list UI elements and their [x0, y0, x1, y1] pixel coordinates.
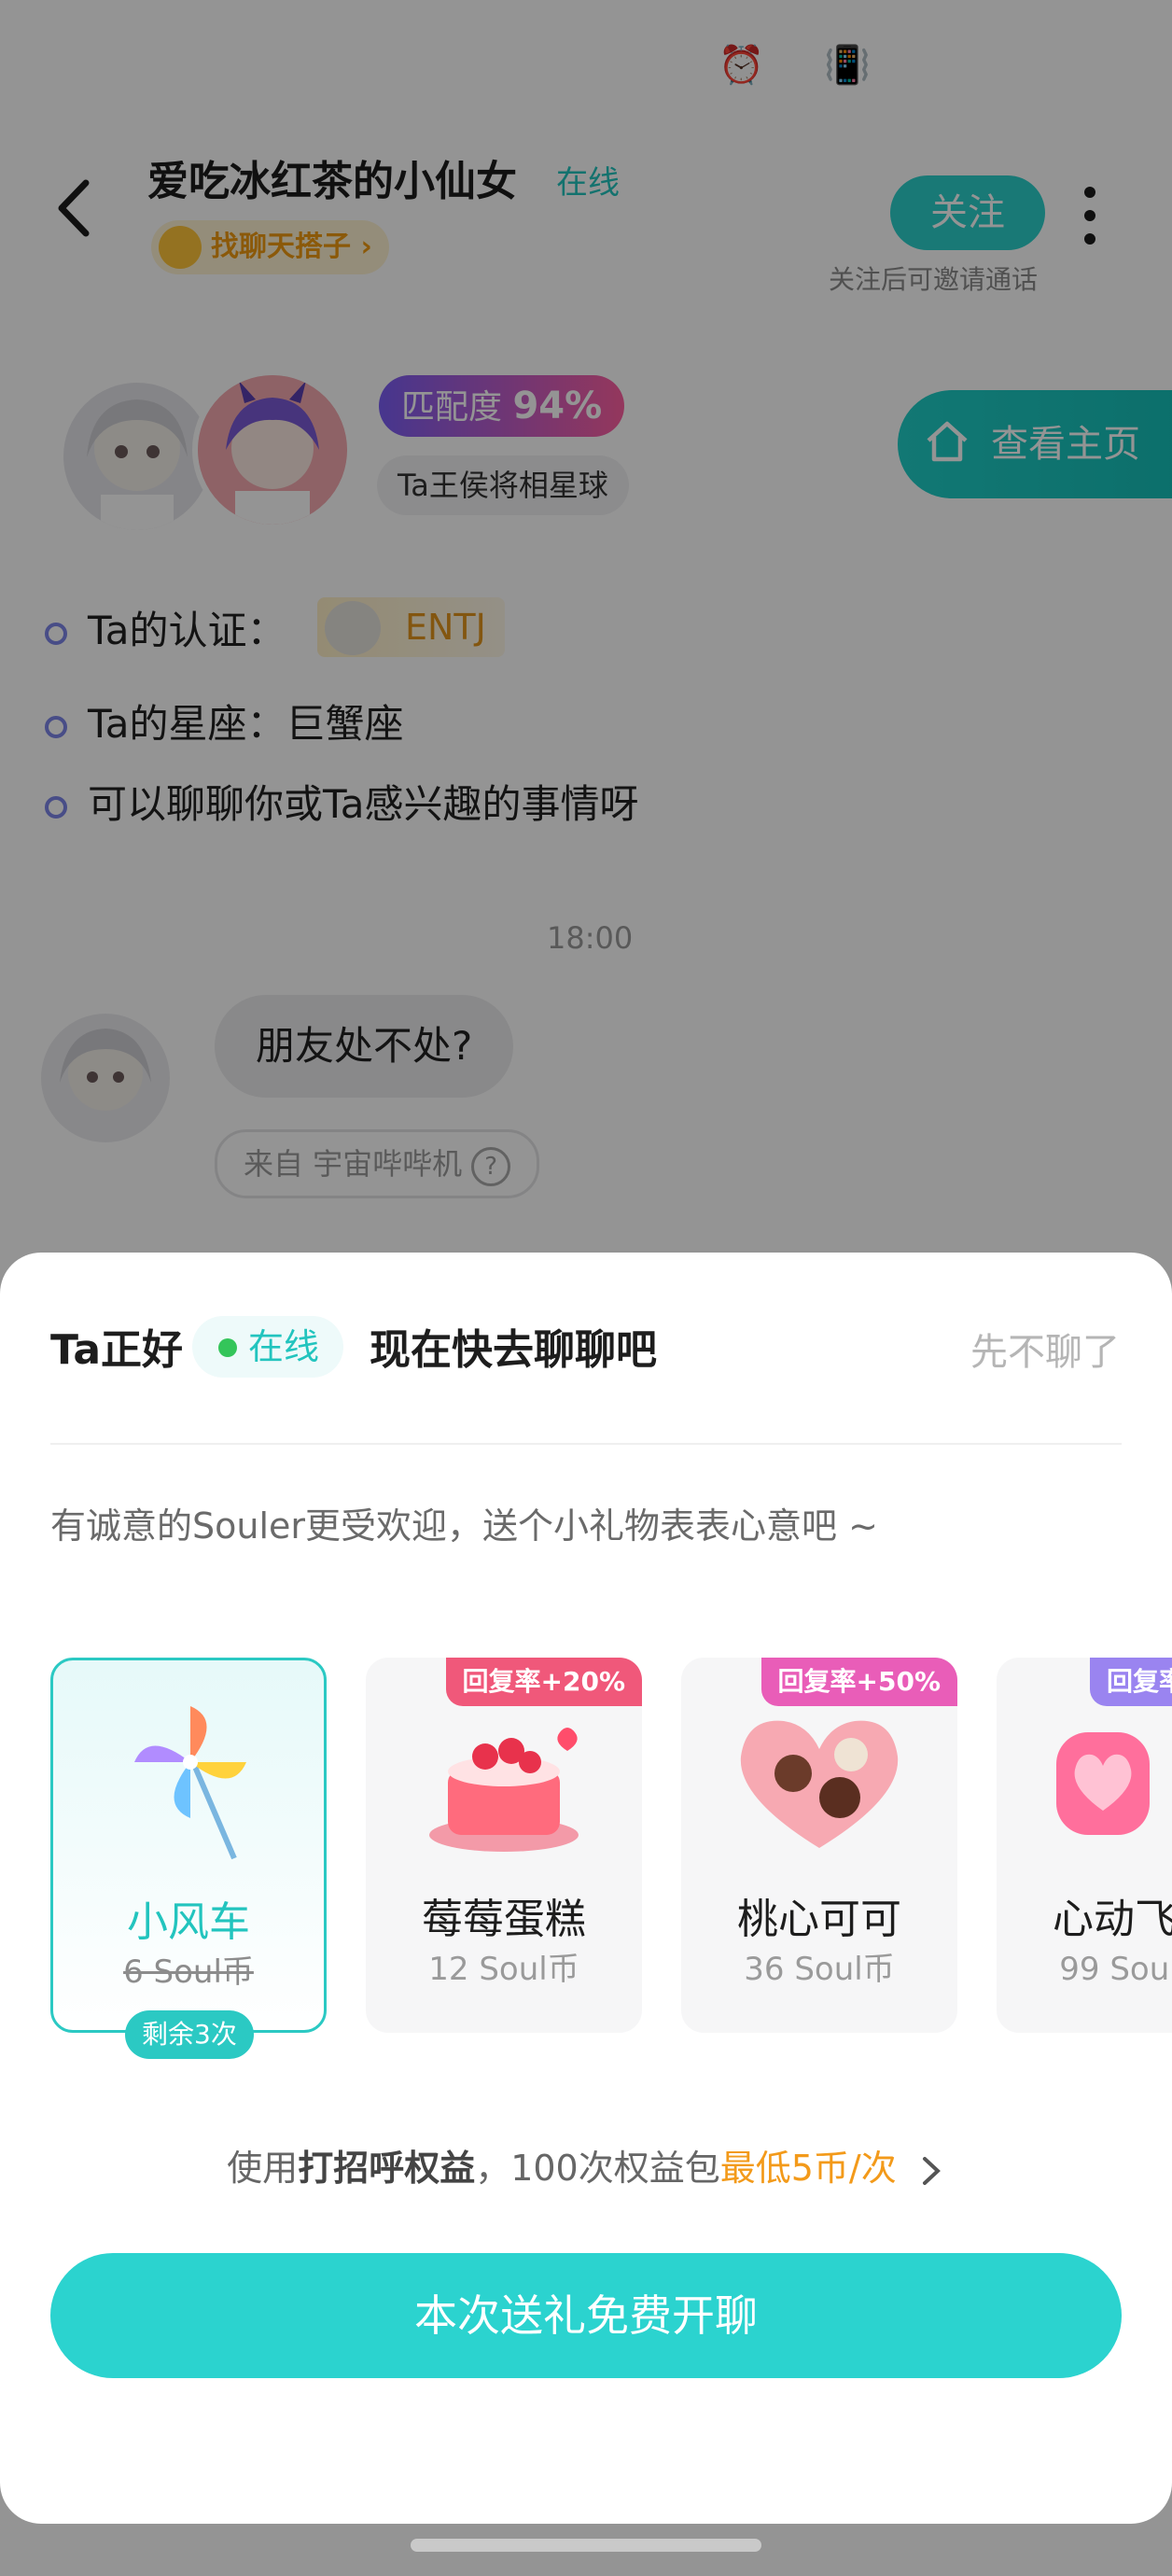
- note-bold: 打招呼权益: [298, 2148, 476, 2189]
- note-mid: ，100次权益包: [475, 2148, 720, 2189]
- gift-price: 99 Soul币: [1059, 1951, 1172, 1988]
- heart-cocoa-icon: [740, 1720, 899, 1848]
- sheet-subtitle: 有诚意的Souler更受欢迎，送个小礼物表表心意吧 ~: [50, 1505, 878, 1547]
- greeting-benefit-link[interactable]: 使用打招呼权益，100次权益包最低5币/次: [0, 2139, 1172, 2191]
- cake-icon: [429, 1728, 579, 1852]
- sheet-online-badge: 在线: [192, 1316, 344, 1378]
- divider: [50, 1443, 1122, 1445]
- gift-name: 小风车: [127, 1898, 250, 1946]
- online-dot-icon: [218, 1338, 237, 1357]
- reply-rate-badge: 回复率+50%: [760, 1658, 957, 1706]
- gift-name: 桃心可可: [737, 1896, 901, 1943]
- note-price: 最低5币/次: [719, 2148, 897, 2189]
- sheet-title-right: 现在快去聊聊吧: [370, 1326, 657, 1374]
- remaining-badge: 剩余3次: [125, 2010, 254, 2059]
- gift-name: 心动飞行: [1053, 1896, 1172, 1943]
- gift-card-heartbeat[interactable]: 回复率+100% 心动飞行 99 Soul币: [997, 1658, 1172, 2033]
- reply-rate-badge: 回复率+20%: [445, 1658, 642, 1706]
- gift-card-pinwheel[interactable]: 小风车 6 Soul币: [50, 1658, 327, 2033]
- sheet-online-label: 在线: [248, 1326, 320, 1367]
- home-indicator[interactable]: [411, 2539, 761, 2552]
- gift-price: 12 Soul币: [428, 1951, 579, 1988]
- gift-card-cocoa[interactable]: 回复率+50% 桃心可可 36 Soul币: [681, 1658, 957, 2033]
- gift-name: 莓莓蛋糕: [422, 1896, 586, 1943]
- note-prefix: 使用: [227, 2148, 299, 2189]
- skip-button[interactable]: 先不聊了: [970, 1322, 1120, 1376]
- send-gift-chat-button[interactable]: 本次送礼免费开聊: [50, 2253, 1122, 2378]
- gift-price: 36 Soul币: [744, 1951, 895, 1988]
- reply-rate-badge: 回复率+100%: [1090, 1658, 1172, 1706]
- pinwheel-icon: [134, 1706, 246, 1860]
- heart-balloon-icon: [1056, 1732, 1150, 1835]
- chevron-right-icon: [922, 2156, 941, 2185]
- sheet-title-left: Ta正好: [50, 1326, 184, 1374]
- gift-price: 6 Soul币: [123, 1953, 254, 1991]
- gift-card-cake[interactable]: 回复率+20% 莓莓蛋糕 12 Soul币: [366, 1658, 642, 2033]
